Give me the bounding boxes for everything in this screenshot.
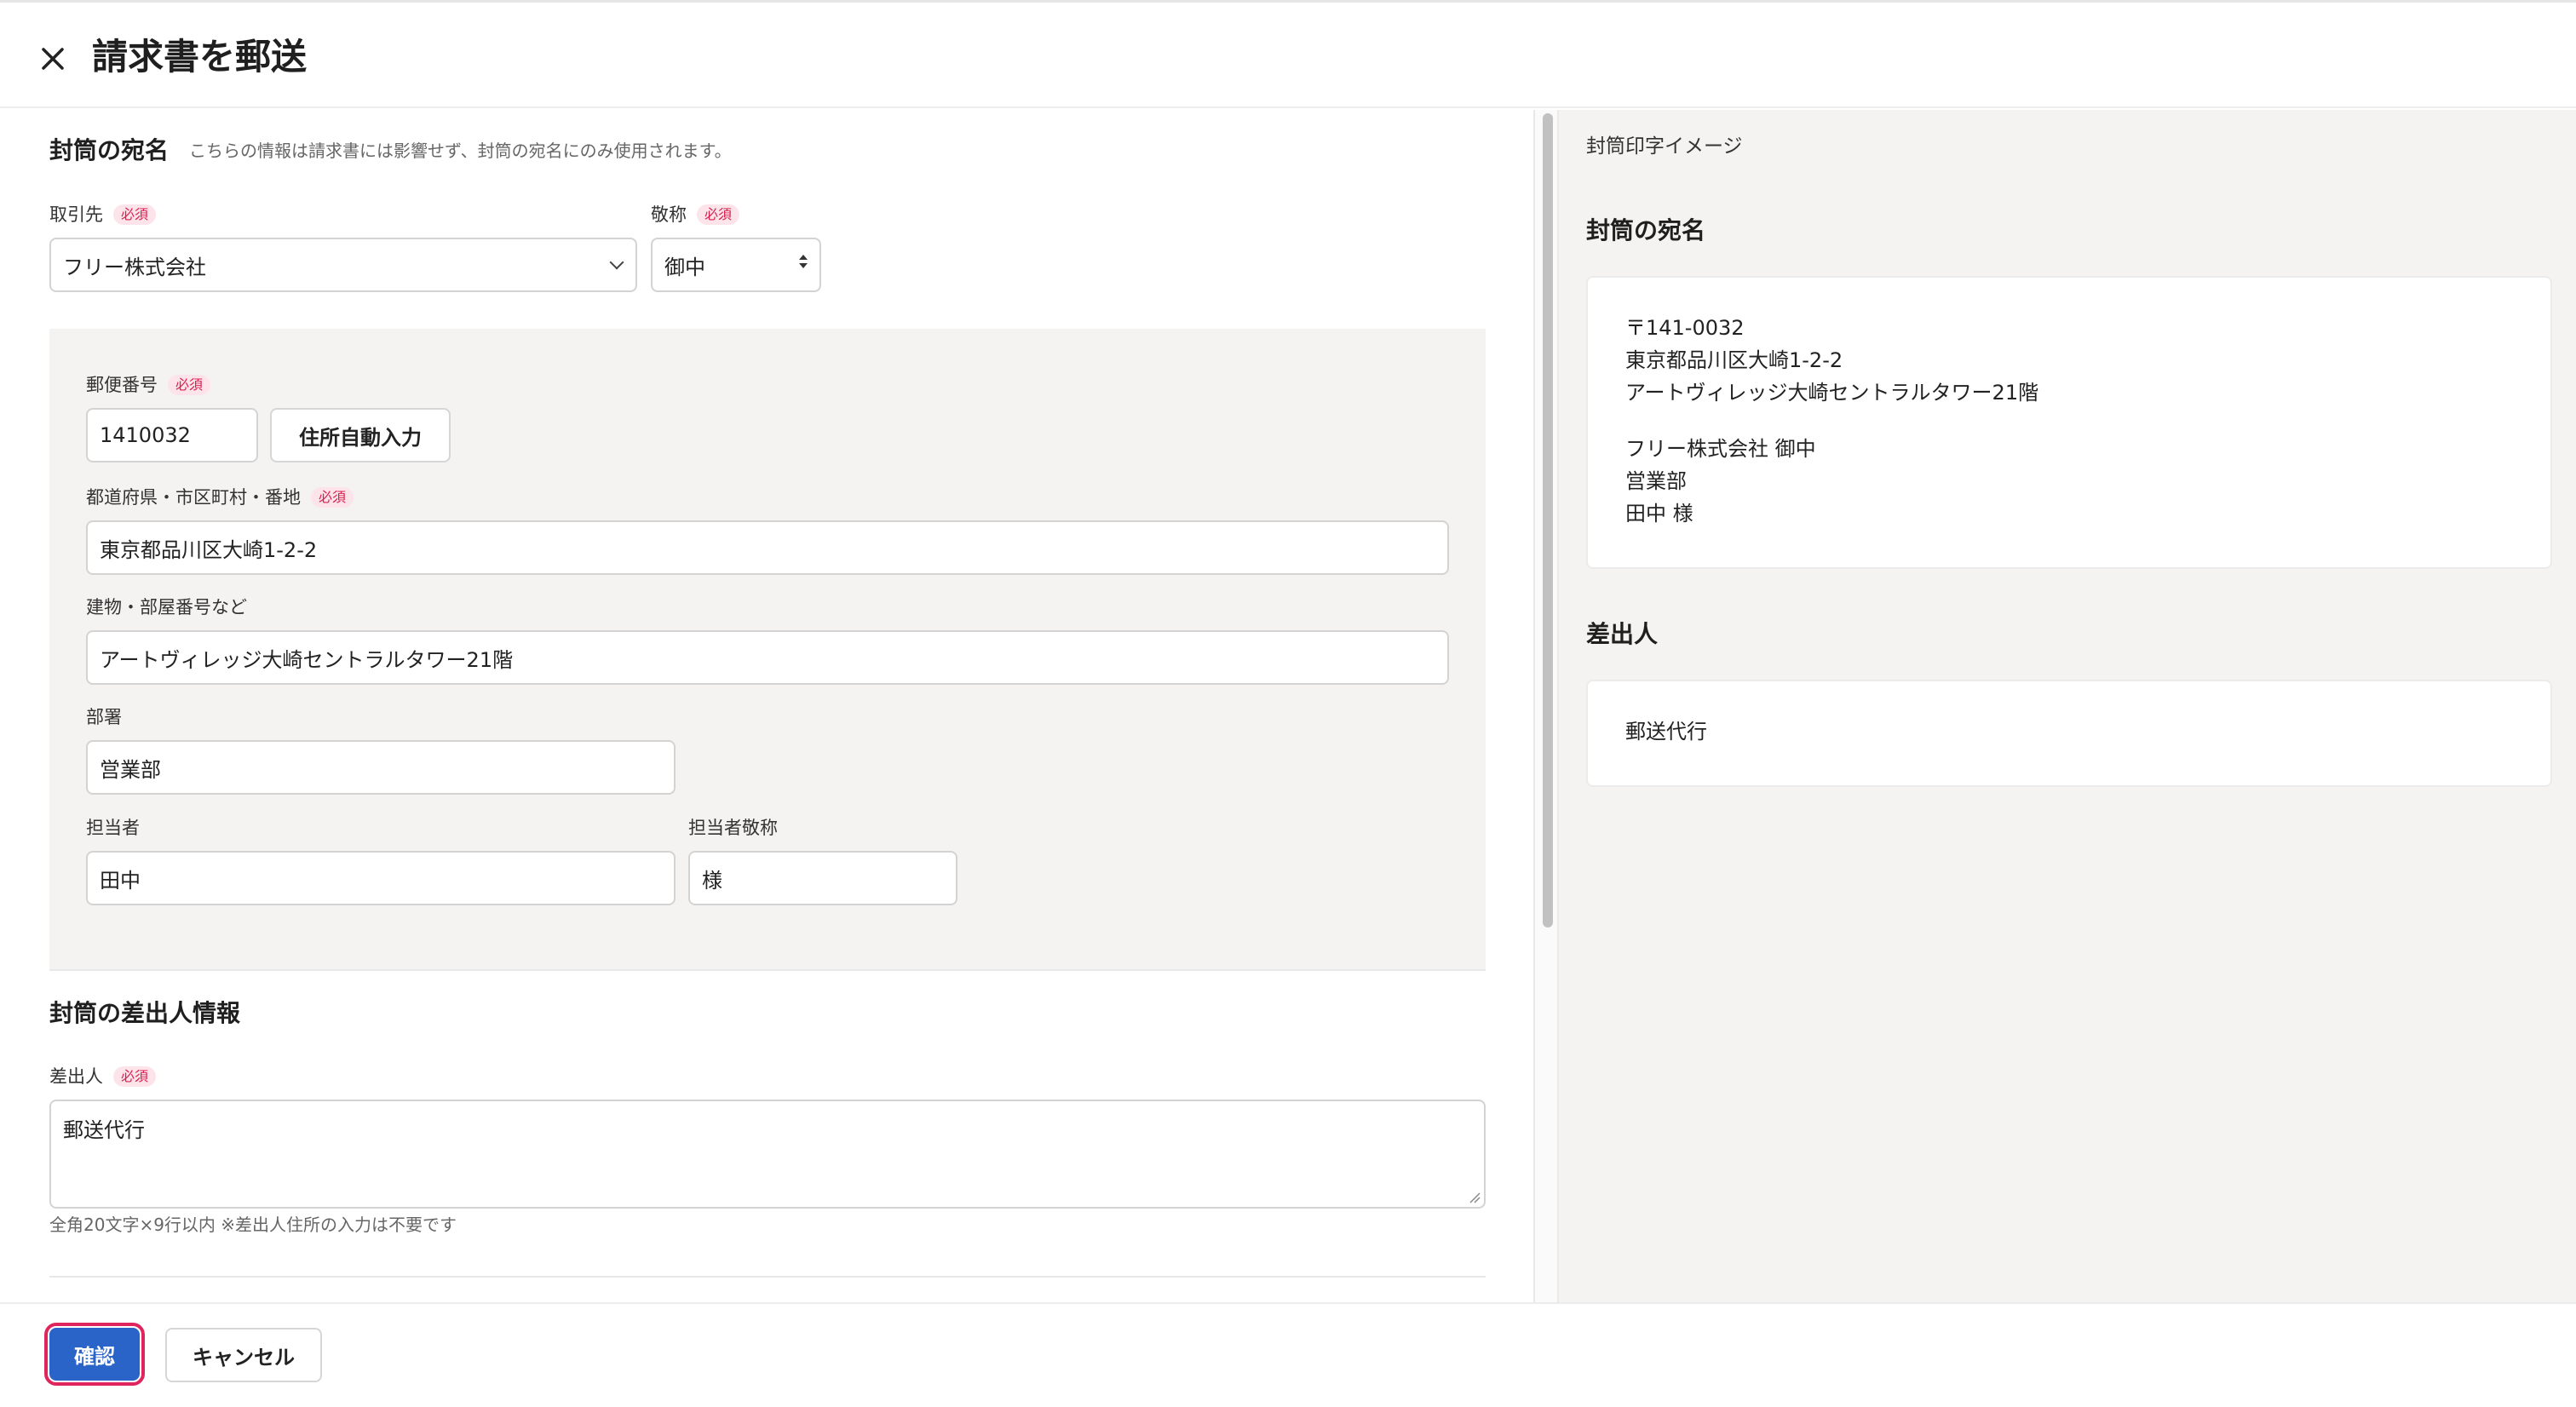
building-input[interactable]: アートヴィレッジ大崎セントラルタワー21階 (86, 630, 1449, 685)
preview-department-line: 営業部 (1625, 469, 1687, 493)
preview-building-line: アートヴィレッジ大崎セントラルタワー21階 (1625, 381, 2039, 405)
person-honorific-label-text: 担当者敬称 (688, 818, 778, 838)
honorific-label-text: 敬称 (651, 204, 687, 225)
department-input-value: 営業部 (100, 757, 161, 782)
page-title: 請求書を郵送 (92, 36, 308, 78)
address-label: 都道府県・市区町村・番地 必須 (86, 485, 354, 510)
required-badge: 必須 (113, 204, 157, 225)
person-label: 担当者 (86, 815, 140, 841)
required-badge: 必須 (113, 1066, 157, 1087)
sender-label: 差出人 必須 (49, 1064, 157, 1089)
building-label: 建物・部屋番号など (86, 594, 247, 620)
scrollbar-thumb[interactable] (1543, 113, 1553, 927)
dialog-footer: 確認 キャンセル (0, 1302, 2576, 1407)
required-badge: 必須 (697, 204, 740, 225)
building-input-value: アートヴィレッジ大崎セントラルタワー21階 (100, 647, 514, 672)
preview-company-line: フリー株式会社 御中 (1625, 437, 1816, 461)
preview-postal-line: 〒141-0032 (1625, 316, 1745, 340)
recipient-section-note: こちらの情報は請求書には影響せず、封筒の宛名にのみ使用されます。 (189, 141, 732, 161)
person-label-text: 担当者 (86, 818, 140, 838)
required-badge: 必須 (168, 375, 211, 395)
confirm-button[interactable]: 確認 (44, 1323, 145, 1386)
form-pane: 封筒の宛名 こちらの情報は請求書には影響せず、封筒の宛名にのみ使用されます。 取… (0, 110, 1533, 1302)
preview-pane: 封筒印字イメージ 封筒の宛名 〒141-0032 東京都品川区大崎1-2-2 ア… (1559, 110, 2576, 1302)
department-label: 部署 (86, 704, 122, 730)
address-autofill-button[interactable]: 住所自動入力 (270, 408, 451, 462)
partner-select-value: フリー株式会社 (63, 255, 206, 279)
preview-sender-title: 差出人 (1586, 620, 1659, 648)
preview-address-line: 東京都品川区大崎1-2-2 (1625, 348, 1843, 372)
partner-label: 取引先 必須 (49, 202, 157, 227)
department-label-text: 部署 (86, 707, 122, 727)
section-divider (49, 969, 1486, 971)
chevron-down-icon (609, 255, 624, 270)
address-input-value: 東京都品川区大崎1-2-2 (100, 537, 318, 562)
postal-code-input[interactable]: 1410032 (86, 408, 258, 462)
address-label-text: 都道府県・市区町村・番地 (86, 487, 301, 508)
sender-section-title: 封筒の差出人情報 (49, 999, 241, 1027)
required-badge: 必須 (311, 487, 354, 508)
honorific-select[interactable]: 御中 (651, 238, 821, 292)
sender-textarea[interactable]: 郵送代行 (49, 1100, 1486, 1209)
sender-textarea-value: 郵送代行 (63, 1118, 145, 1142)
preview-sender-line: 郵送代行 (1625, 720, 1707, 744)
sender-label-text: 差出人 (49, 1066, 103, 1087)
preview-recipient-title: 封筒の宛名 (1586, 216, 1706, 244)
postal-label: 郵便番号 必須 (86, 372, 211, 398)
postal-label-text: 郵便番号 (86, 375, 158, 395)
postal-code-value: 1410032 (100, 423, 191, 447)
resize-handle-icon[interactable] (1467, 1190, 1481, 1203)
address-panel: 郵便番号 必須 1410032 住所自動入力 都道府県・市区町村・番地 必須 東… (49, 329, 1486, 969)
preview-recipient-card: 〒141-0032 東京都品川区大崎1-2-2 アートヴィレッジ大崎セントラルタ… (1586, 276, 2552, 569)
sender-hint: 全角20文字×9行以内 ※差出人住所の入力は不要です (49, 1215, 457, 1235)
form-scrollbar[interactable] (1533, 110, 1559, 1302)
address-input[interactable]: 東京都品川区大崎1-2-2 (86, 520, 1449, 575)
section-divider (49, 1276, 1486, 1278)
close-button[interactable] (31, 37, 75, 81)
building-label-text: 建物・部屋番号など (86, 597, 247, 617)
preview-person-line: 田中 様 (1625, 502, 1693, 525)
partner-label-text: 取引先 (49, 204, 103, 225)
partner-select[interactable]: フリー株式会社 (49, 238, 637, 292)
close-icon (42, 48, 64, 70)
preview-title: 封筒印字イメージ (1586, 135, 1743, 158)
recipient-section-title: 封筒の宛名 (49, 136, 170, 164)
preview-sender-card: 郵送代行 (1586, 680, 2552, 787)
honorific-label: 敬称 必須 (651, 202, 740, 227)
person-honorific-input-value: 様 (702, 868, 722, 893)
person-honorific-input[interactable]: 様 (688, 851, 957, 905)
select-updown-icon (799, 255, 808, 268)
department-input[interactable]: 営業部 (86, 740, 676, 795)
honorific-select-value: 御中 (664, 255, 705, 279)
dialog-header: 請求書を郵送 (0, 3, 2576, 108)
person-honorific-label: 担当者敬称 (688, 815, 778, 841)
cancel-button[interactable]: キャンセル (165, 1328, 322, 1382)
person-input-value: 田中 (100, 868, 141, 893)
person-input[interactable]: 田中 (86, 851, 676, 905)
